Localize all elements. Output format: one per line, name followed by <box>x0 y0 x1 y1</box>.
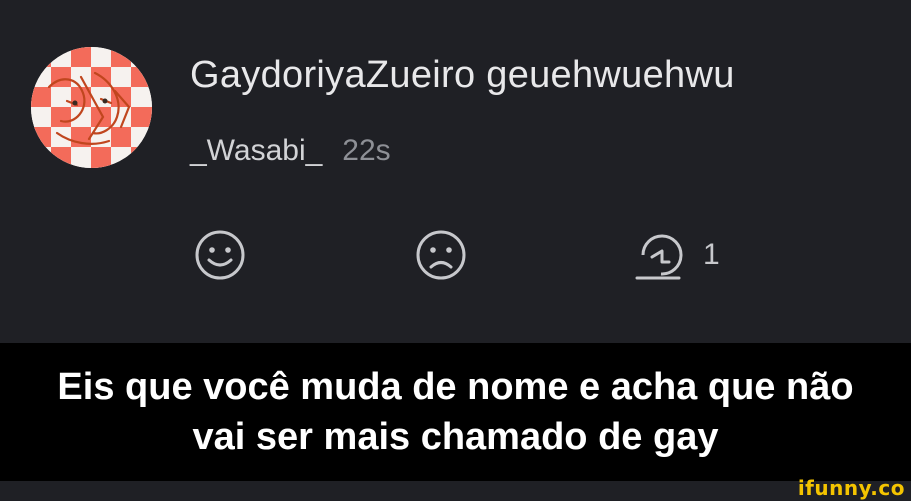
caption-line-2: vai ser mais chamado de gay <box>192 416 719 458</box>
footer-bar <box>0 481 911 501</box>
avatar-image <box>31 47 152 168</box>
ifunny-watermark: ifunny.co <box>797 476 905 500</box>
caption-line-1: Eis que você muda de nome e acha que não <box>57 366 854 408</box>
frown-icon <box>416 230 466 280</box>
username[interactable]: _Wasabi_ <box>190 134 322 167</box>
frown-button[interactable] <box>411 225 471 285</box>
reply-count: 1 <box>703 238 720 271</box>
post-meta: _Wasabi_ 22s <box>190 134 391 168</box>
reply-icon <box>635 234 683 280</box>
comment-panel: GaydoriyaZueiro geuehwuehwu _Wasabi_ 22s … <box>0 0 911 343</box>
timestamp: 22s <box>342 134 391 167</box>
avatar[interactable] <box>31 47 152 168</box>
post-title: GaydoriyaZueiro geuehwuehwu <box>190 54 735 96</box>
smile-button[interactable] <box>190 225 250 285</box>
reply-button[interactable]: 1 <box>631 225 720 285</box>
smile-icon <box>195 230 245 280</box>
caption: Eis que você muda de nome e acha que não… <box>0 343 911 481</box>
